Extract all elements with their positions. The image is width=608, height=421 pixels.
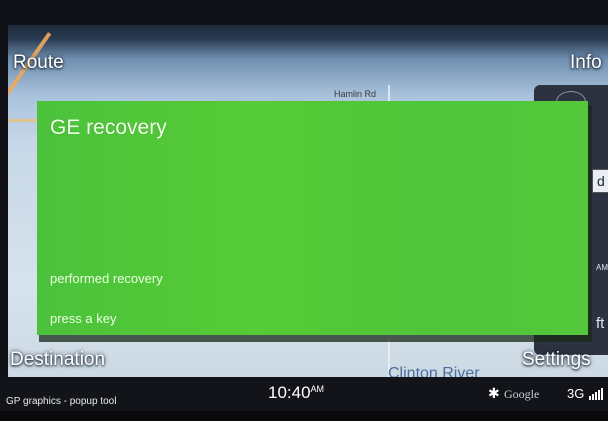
settings-button[interactable]: Settings: [522, 349, 591, 371]
head-unit-bezel: Hamlin Rd Clinton River d AM ft Route In…: [0, 0, 608, 421]
route-button[interactable]: Route: [13, 52, 64, 74]
destination-button[interactable]: Destination: [10, 349, 105, 371]
signal-icon: [589, 387, 605, 400]
info-field-ft: ft: [592, 311, 608, 337]
bluetooth-icon: ✱: [488, 385, 500, 401]
status-bar: GP graphics - popup tool 10:40AM ✱ Googl…: [0, 377, 608, 411]
info-field-am: AM: [592, 255, 608, 281]
google-label: Google: [504, 387, 540, 401]
recovery-popup[interactable]: GE recovery performed recovery press a k…: [37, 101, 588, 335]
info-field-d[interactable]: d: [592, 169, 608, 193]
clock-ampm: AM: [310, 384, 325, 394]
popup-title: GE recovery: [50, 116, 167, 139]
info-button[interactable]: Info: [570, 52, 602, 74]
clock: 10:40AM: [268, 383, 324, 403]
bezel-bottom: [0, 411, 608, 421]
map-road-label: Hamlin Rd: [334, 89, 377, 99]
popup-message: performed recovery: [50, 271, 163, 286]
navigation-screen: Hamlin Rd Clinton River d AM ft Route In…: [8, 25, 608, 411]
debug-tool-label: GP graphics - popup tool: [6, 396, 117, 407]
popup-prompt: press a key: [50, 311, 117, 326]
network-type: 3G: [567, 386, 585, 401]
clock-time: 10:40: [268, 383, 311, 402]
